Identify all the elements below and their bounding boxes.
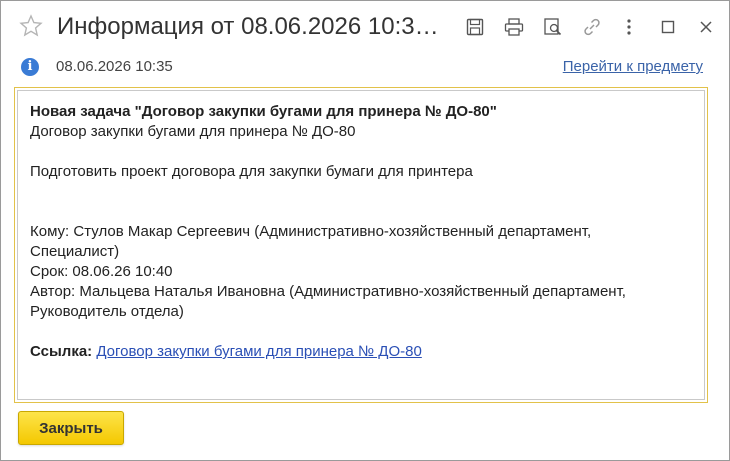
- save-icon[interactable]: [464, 16, 486, 38]
- info-datetime: 08.06.2026 10:35: [56, 58, 173, 75]
- goto-subject-link[interactable]: Перейти к предмету: [563, 58, 703, 75]
- window-title: Информация от 08.06.2026 10:35:...: [57, 13, 447, 40]
- favorite-star-icon[interactable]: [19, 14, 43, 38]
- message-subject: Договор закупки бугами для принера № ДО-…: [30, 123, 356, 140]
- link-icon[interactable]: [581, 16, 603, 38]
- close-button[interactable]: Закрыть: [18, 411, 124, 445]
- info-icon: i: [21, 58, 39, 76]
- message-body: Новая задача "Договор закупки бугами для…: [17, 90, 705, 400]
- message-author-line1: Автор: Мальцева Наталья Ивановна (Админи…: [30, 283, 626, 300]
- maximize-icon[interactable]: [657, 16, 679, 38]
- close-icon[interactable]: [695, 16, 717, 38]
- message-due: Срок: 08.06.26 10:40: [30, 263, 173, 280]
- message-description: Подготовить проект договора для закупки …: [30, 163, 473, 180]
- message-heading: Новая задача "Договор закупки бугами для…: [30, 103, 497, 120]
- document-link[interactable]: Договор закупки бугами для принера № ДО-…: [96, 343, 421, 360]
- message-link-row: Ссылка: Договор закупки бугами для прине…: [30, 342, 692, 362]
- more-icon[interactable]: [618, 16, 640, 38]
- title-bar: Информация от 08.06.2026 10:35:...: [1, 1, 729, 55]
- preview-icon[interactable]: [542, 16, 564, 38]
- message-author-line2: Руководитель отдела): [30, 303, 184, 320]
- notification-window: Информация от 08.06.2026 10:35:... i 08.…: [0, 0, 730, 461]
- message-frame: Новая задача "Договор закупки бугами для…: [14, 87, 708, 403]
- message-to-line2: Специалист): [30, 243, 120, 260]
- message-to-line1: Кому: Стулов Макар Сергеевич (Администра…: [30, 223, 592, 240]
- message-link-label: Ссылка:: [30, 343, 93, 360]
- print-icon[interactable]: [503, 16, 525, 38]
